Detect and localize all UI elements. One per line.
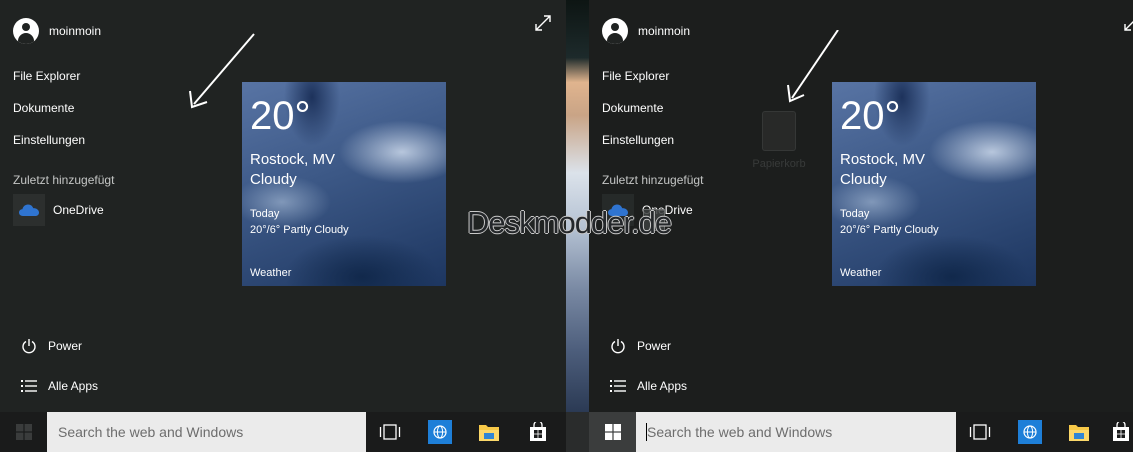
app-onedrive[interactable]: OneDrive — [13, 194, 104, 226]
taskbar-gap — [566, 412, 589, 452]
file-explorer-icon[interactable] — [477, 420, 501, 444]
all-apps-button[interactable]: Alle Apps — [610, 375, 687, 397]
weather-forecast: 20°/6° Partly Cloudy — [840, 224, 939, 236]
weather-condition: Cloudy — [840, 171, 887, 188]
menu-einstellungen[interactable]: Einstellungen — [13, 133, 85, 147]
menu-dokumente[interactable]: Dokumente — [13, 101, 74, 115]
menu-file-explorer[interactable]: File Explorer — [13, 69, 80, 83]
weather-condition: Cloudy — [250, 171, 297, 188]
onedrive-icon — [13, 194, 45, 226]
all-apps-label: Alle Apps — [637, 379, 688, 393]
watermark: Deskmodder.de — [467, 205, 672, 240]
user-account[interactable]: moinmoin — [602, 17, 690, 45]
store-icon[interactable] — [526, 420, 550, 444]
ie-browser-icon[interactable] — [428, 420, 452, 444]
recently-added-label: Zuletzt hinzugefügt — [602, 173, 704, 187]
expand-icon[interactable] — [1122, 13, 1133, 33]
user-avatar-icon — [602, 18, 628, 44]
power-icon — [611, 339, 625, 354]
weather-day: Today — [840, 208, 870, 220]
search-box[interactable]: Search the web and Windows — [47, 412, 366, 452]
recycle-bin-label: Papierkorb — [752, 158, 806, 170]
all-apps-label: Alle Apps — [48, 379, 99, 393]
file-explorer-icon[interactable] — [1067, 420, 1091, 444]
recently-added-label: Zuletzt hinzugefügt — [13, 173, 115, 187]
weather-tile-name: Weather — [840, 267, 882, 279]
search-box[interactable]: Search the web and Windows — [636, 412, 956, 452]
weather-forecast: 20°/6° Partly Cloudy — [250, 224, 349, 236]
search-placeholder: Search the web and Windows — [647, 424, 833, 440]
power-button[interactable]: Power — [21, 335, 82, 357]
username: moinmoin — [638, 24, 691, 38]
task-view-icon[interactable] — [378, 420, 402, 444]
ie-browser-icon[interactable] — [1018, 420, 1042, 444]
weather-temperature: 20° — [250, 94, 311, 138]
username: moinmoin — [49, 24, 102, 38]
task-view-icon[interactable] — [968, 420, 992, 444]
weather-temperature: 20° — [840, 94, 901, 138]
menu-einstellungen[interactable]: Einstellungen — [602, 133, 674, 147]
weather-tile[interactable]: 20° Rostock, MV Cloudy Today 20°/6° Part… — [242, 82, 446, 286]
weather-day: Today — [250, 208, 280, 220]
power-label: Power — [48, 339, 83, 353]
search-placeholder: Search the web and Windows — [58, 424, 244, 440]
all-apps-button[interactable]: Alle Apps — [21, 375, 98, 397]
user-avatar-icon — [13, 18, 39, 44]
weather-tile-name: Weather — [250, 267, 292, 279]
menu-dokumente[interactable]: Dokumente — [602, 101, 663, 115]
list-icon — [610, 380, 626, 392]
list-icon — [21, 380, 37, 392]
power-icon — [22, 339, 36, 354]
onedrive-label: OneDrive — [53, 203, 104, 217]
expand-icon[interactable] — [533, 13, 553, 33]
store-icon[interactable] — [1109, 420, 1133, 444]
taskbar-left: Search the web and Windows — [0, 412, 566, 452]
windows-logo-icon — [15, 424, 32, 440]
power-label: Power — [637, 339, 672, 353]
recycle-bin-icon — [762, 111, 796, 151]
menu-file-explorer[interactable]: File Explorer — [602, 69, 669, 83]
windows-logo-icon — [604, 424, 621, 440]
weather-city: Rostock, MV — [250, 151, 336, 168]
power-button[interactable]: Power — [610, 335, 671, 357]
start-button[interactable] — [0, 412, 47, 452]
desktop-recycle-bin-ghost: Papierkorb — [749, 107, 809, 177]
user-account[interactable]: moinmoin — [13, 17, 101, 45]
start-button[interactable] — [589, 412, 636, 452]
weather-tile[interactable]: 20° Rostock, MV Cloudy Today 20°/6° Part… — [832, 82, 1036, 286]
taskbar-right: Search the web and Windows — [589, 412, 1133, 452]
weather-city: Rostock, MV — [840, 151, 926, 168]
